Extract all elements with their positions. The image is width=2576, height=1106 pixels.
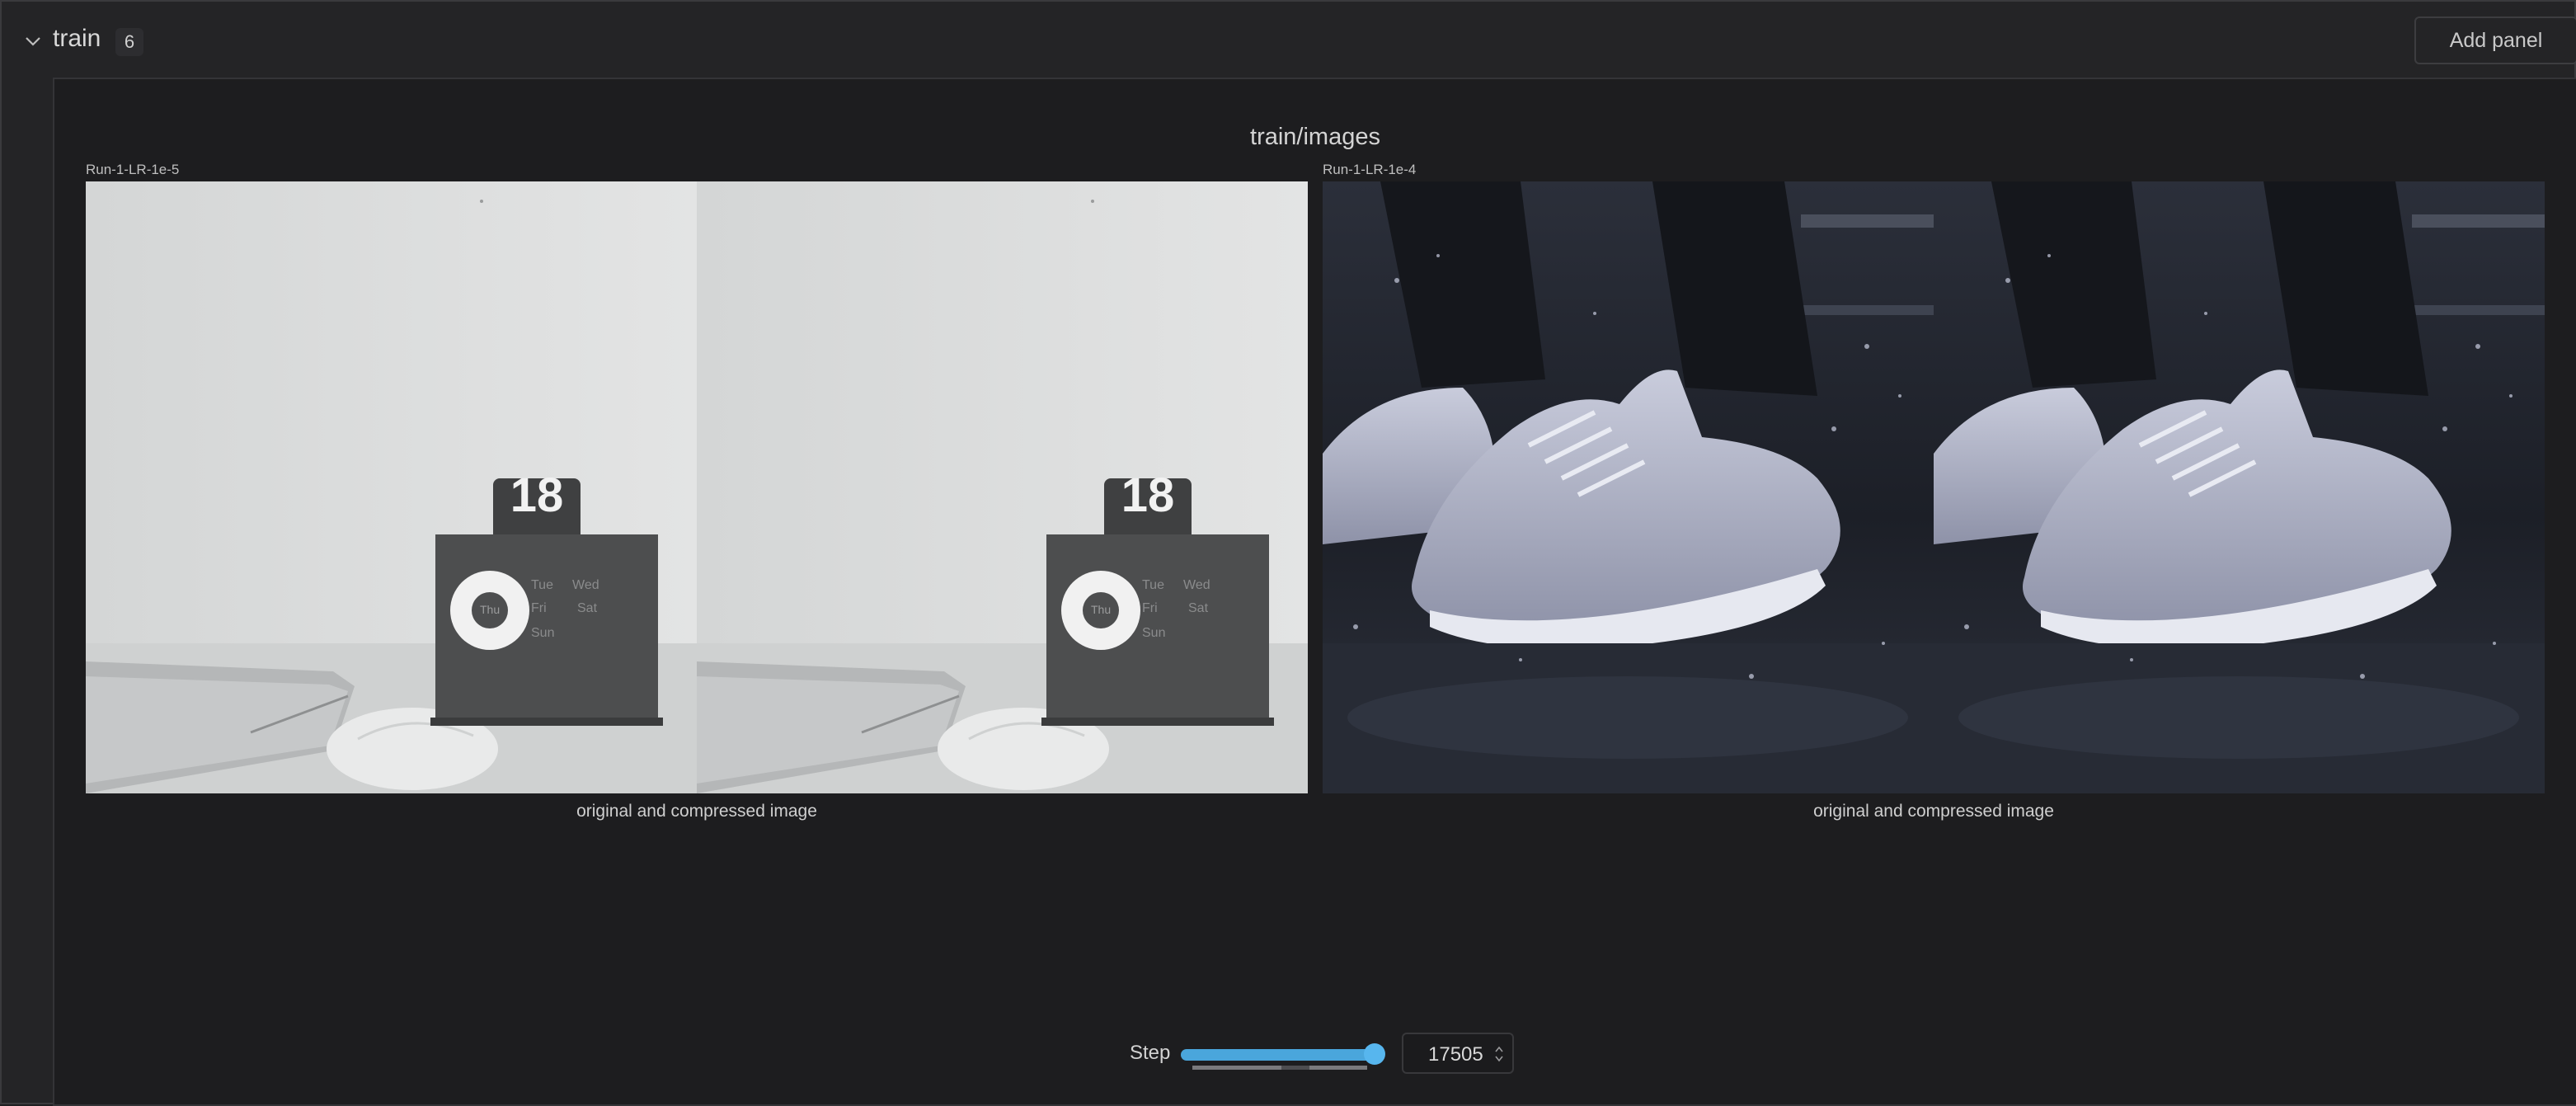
- slider-step-histogram: [1192, 1066, 1367, 1070]
- workspace-section: train 6 Add panel train/images Run-1-LR-…: [0, 0, 2576, 1106]
- image-caption: original and compressed image: [576, 802, 817, 821]
- step-label: Step: [1130, 1042, 1171, 1064]
- add-panel-button[interactable]: Add panel: [2414, 16, 2576, 64]
- section-title: train: [53, 25, 101, 52]
- image-caption: original and compressed image: [1813, 802, 2054, 821]
- svg-text:Thu: Thu: [480, 603, 500, 616]
- media-panel: train/images Run-1-LR-1e-5 18 Tue Wed Th…: [53, 78, 2576, 1106]
- svg-text:18: 18: [510, 468, 564, 522]
- run-label: Run-1-LR-1e-4: [1323, 162, 1417, 177]
- step-value[interactable]: 17505: [1428, 1043, 1483, 1066]
- svg-text:Sat: Sat: [577, 601, 598, 615]
- panel-count-badge: 6: [115, 28, 143, 56]
- run-image-calendar[interactable]: 18 Tue Wed Thu Fri Sat Sun: [86, 181, 1308, 793]
- svg-text:Fri: Fri: [531, 601, 547, 615]
- run-image-sneakers[interactable]: [1323, 181, 2545, 793]
- svg-text:Tue: Tue: [531, 578, 553, 592]
- stepper-arrows-icon[interactable]: [1494, 1045, 1504, 1063]
- panel-title: train/images: [1250, 124, 1380, 150]
- svg-text:Wed: Wed: [572, 578, 599, 592]
- slider-thumb[interactable]: [1364, 1043, 1385, 1065]
- slider-track[interactable]: [1181, 1049, 1375, 1061]
- step-slider[interactable]: [1181, 1041, 1385, 1070]
- slider-histogram-mark: [1281, 1066, 1309, 1070]
- svg-text:Sun: Sun: [531, 626, 554, 640]
- chevron-down-icon[interactable]: [23, 31, 43, 51]
- run-label: Run-1-LR-1e-5: [86, 162, 180, 177]
- section-header[interactable]: train 6 Add panel: [2, 2, 2576, 79]
- step-input[interactable]: 17505: [1402, 1033, 1514, 1074]
